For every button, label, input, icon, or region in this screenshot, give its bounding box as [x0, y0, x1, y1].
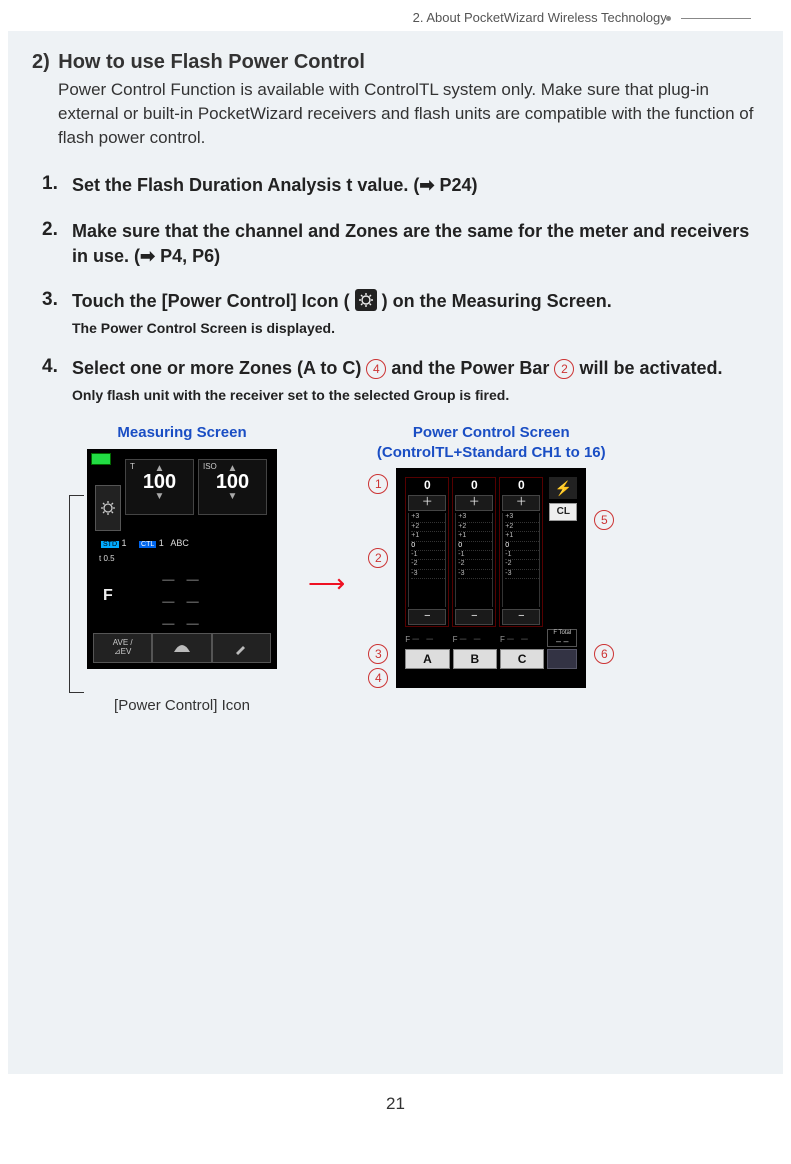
- step-3-text-b: ) on the Measuring Screen.: [382, 291, 612, 311]
- step-3-sub: The Power Control Screen is displayed.: [72, 320, 759, 336]
- chevron-down-icon: ▼: [199, 494, 266, 499]
- step-3: Touch the [Power Control] Icon ( ) on th…: [42, 289, 759, 336]
- readout-area: – – – – – –: [93, 566, 271, 632]
- chapter-header: 2. About PocketWizard Wireless Technolog…: [0, 0, 791, 31]
- measuring-screen-label: Measuring Screen: [72, 423, 292, 443]
- step-4-title: Select one or more Zones (A to C) 4 and …: [72, 356, 759, 381]
- t05-line: t 0.5: [93, 551, 271, 566]
- iso-value[interactable]: ISO ▲ 100 ▼: [198, 459, 267, 515]
- power-control-icon-caption: [Power Control] Icon: [72, 697, 292, 714]
- zone-c-power-bar[interactable]: +3 +2 +1 0 -1 -2 -3: [502, 513, 540, 607]
- callout-4-inline: 4: [366, 359, 386, 379]
- step-4-text-b: and the Power Bar: [391, 358, 554, 378]
- power-control-label: Power Control Screen (ControlTL+Standard…: [361, 423, 621, 462]
- power-control-icon: [355, 289, 377, 311]
- section-heading: 2) How to use Flash Power Control: [32, 51, 759, 74]
- step-4-text-c: will be activated.: [579, 358, 722, 378]
- steps-list: Set the Flash Duration Analysis t value.…: [42, 173, 759, 403]
- ave-ev-button[interactable]: AVE /⊿EV: [93, 633, 152, 663]
- zone-a-value: 0: [406, 478, 448, 494]
- zone-b-power-bar[interactable]: +3 +2 +1 0 -1 -2 -3: [455, 513, 493, 607]
- power-label-line2: (ControlTL+Standard CH1 to 16): [377, 444, 606, 461]
- zone-a-power-bar[interactable]: +3 +2 +1 0 -1 -2 -3: [408, 513, 446, 607]
- zone-b-value: 0: [453, 478, 495, 494]
- zone-c-button[interactable]: C: [500, 649, 544, 669]
- callout-bracket: [69, 495, 84, 693]
- std-tag: STD: [101, 541, 119, 548]
- f-total: F Total– –: [547, 629, 577, 647]
- power-control-screen-col: Power Control Screen (ControlTL+Standard…: [361, 423, 621, 688]
- step-3-text-a: Touch the [Power Control] Icon (: [72, 291, 355, 311]
- zone-a-plus-button[interactable]: ＋: [408, 495, 446, 511]
- chapter-text: 2. About PocketWizard Wireless Technolog…: [413, 10, 667, 25]
- zone-c-minus-button[interactable]: −: [502, 609, 540, 625]
- step-1-title: Set the Flash Duration Analysis t value.…: [72, 173, 759, 198]
- measuring-screen: T ▲ 100 ▼ ISO ▲ 100 ▼: [87, 449, 277, 669]
- power-screen-wrapper: 1 2 3 4 5 6 0 ＋ +3 +2: [396, 468, 586, 688]
- modeling-button[interactable]: [547, 649, 577, 669]
- chevron-down-icon: ▼: [126, 494, 193, 499]
- flash-bolt-icon[interactable]: ⚡: [549, 477, 577, 499]
- zone-a-button[interactable]: A: [405, 649, 449, 669]
- step-4-text-a: Select one or more Zones (A to C): [72, 358, 366, 378]
- screens-row: Measuring Screen: [72, 423, 759, 714]
- power-control-icon-onscreen[interactable]: [95, 485, 121, 531]
- zone-b-f: F – –: [453, 631, 497, 645]
- callout-2: 2: [368, 548, 388, 568]
- callout-6: 6: [594, 644, 614, 664]
- one-b: 1: [159, 538, 164, 548]
- callout-3: 3: [368, 644, 388, 664]
- section-title: How to use Flash Power Control: [58, 51, 365, 73]
- page-number: 21: [0, 1094, 791, 1114]
- section-description: Power Control Function is available with…: [58, 78, 759, 149]
- measuring-screen-col: Measuring Screen: [72, 423, 292, 714]
- step-4: Select one or more Zones (A to C) 4 and …: [42, 356, 759, 403]
- zone-c-plus-button[interactable]: ＋: [502, 495, 540, 511]
- status-line: STD 1 CTL 1 ABC: [93, 535, 271, 551]
- step-1: Set the Flash Duration Analysis t value.…: [42, 173, 759, 198]
- step-3-title: Touch the [Power Control] Icon ( ) on th…: [72, 289, 759, 314]
- tools-button[interactable]: [212, 633, 271, 663]
- f-values-row: F – – F – – F – – F Total– –: [402, 630, 580, 646]
- iso-label: ISO: [203, 462, 217, 471]
- shutter-value[interactable]: T ▲ 100 ▼: [125, 459, 194, 515]
- zone-buttons-row: A B C: [402, 646, 580, 672]
- section-number: 2): [32, 51, 50, 73]
- battery-indicator-icon: [91, 453, 111, 465]
- bottom-toolbar: AVE /⊿EV: [93, 633, 271, 663]
- callout-5: 5: [594, 510, 614, 530]
- step-2: Make sure that the channel and Zones are…: [42, 219, 759, 269]
- abc: ABC: [170, 538, 189, 548]
- zone-b-button[interactable]: B: [453, 649, 497, 669]
- zone-a-column: 0 ＋ +3 +2 +1 0 -1 -2 -3: [405, 477, 449, 627]
- one-a: 1: [122, 538, 127, 548]
- cl-button[interactable]: CL: [549, 503, 577, 521]
- zone-b-column: 0 ＋ +3 +2 +1 0 -1 -2 -3: [452, 477, 496, 627]
- zone-c-value: 0: [500, 478, 542, 494]
- power-label-line1: Power Control Screen: [413, 424, 570, 441]
- header-dot: [666, 16, 671, 21]
- measure-button[interactable]: [152, 633, 211, 663]
- zone-c-column: 0 ＋ +3 +2 +1 0 -1 -2 -3: [499, 477, 543, 627]
- ctl-tag: CTL: [139, 541, 156, 548]
- zone-c-f: F – –: [500, 631, 544, 645]
- callout-2-inline: 2: [554, 359, 574, 379]
- arrow-right-icon: ⟶: [308, 568, 345, 599]
- callout-4: 4: [368, 668, 388, 688]
- page-body: 2) How to use Flash Power Control Power …: [8, 31, 783, 1074]
- zone-b-minus-button[interactable]: −: [455, 609, 493, 625]
- t-label: T: [130, 462, 135, 471]
- zone-a-minus-button[interactable]: −: [408, 609, 446, 625]
- zone-b-plus-button[interactable]: ＋: [455, 495, 493, 511]
- zone-a-f: F – –: [405, 631, 449, 645]
- power-control-screen: 0 ＋ +3 +2 +1 0 -1 -2 -3: [396, 468, 586, 688]
- step-4-sub: Only flash unit with the receiver set to…: [72, 387, 759, 403]
- callout-1: 1: [368, 474, 388, 494]
- step-2-title: Make sure that the channel and Zones are…: [72, 219, 759, 269]
- f-label: F: [103, 587, 113, 605]
